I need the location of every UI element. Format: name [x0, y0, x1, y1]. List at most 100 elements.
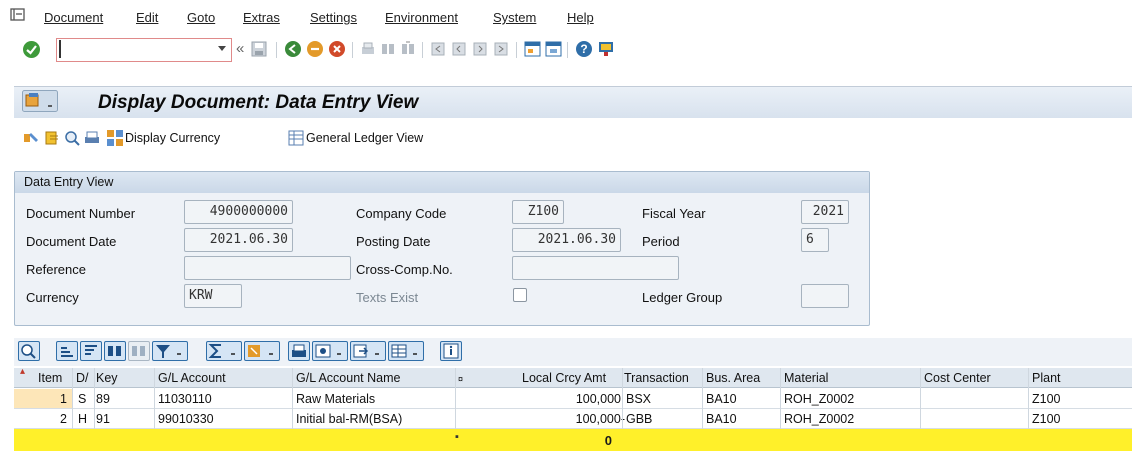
col-divider [1028, 368, 1029, 429]
display-currency-button[interactable]: Display Currency [125, 131, 220, 145]
save-icon[interactable] [251, 41, 267, 57]
grid-layout-button[interactable] [388, 341, 424, 361]
sum-icon [208, 344, 235, 358]
grid-export-button[interactable] [350, 341, 386, 361]
menu-edit[interactable]: Edit [136, 10, 158, 25]
col-header-bus-area[interactable]: Bus. Area [706, 371, 760, 385]
exit-icon[interactable] [306, 40, 324, 58]
grid-subtotal-button[interactable] [244, 341, 280, 361]
row-transaction: GBB [626, 412, 653, 426]
grid-views-button[interactable] [312, 341, 348, 361]
search-icon[interactable] [64, 130, 80, 146]
sap-menu-icon[interactable] [10, 8, 26, 22]
currency-field[interactable]: KRW [184, 284, 242, 308]
grid-details-button[interactable] [18, 341, 40, 361]
fiscal-year-field[interactable]: 2021 [801, 200, 849, 224]
row-item: 1 [60, 392, 67, 406]
print-icon[interactable] [360, 41, 376, 57]
print-preview-icon[interactable] [84, 130, 100, 146]
col-header-gl-account[interactable]: G/L Account [158, 371, 226, 385]
nav-back-icon[interactable]: « [236, 40, 244, 57]
previous-page-icon[interactable] [451, 41, 467, 57]
col-header-material[interactable]: Material [784, 371, 828, 385]
info-icon [443, 343, 459, 359]
col-header-key[interactable]: Key [96, 371, 118, 385]
reference-field[interactable] [184, 256, 351, 280]
ledger-group-field[interactable] [801, 284, 849, 308]
col-divider [702, 368, 703, 429]
document-number-field[interactable]: 4900000000 [184, 200, 293, 224]
col-header-plant[interactable]: Plant [1032, 371, 1061, 385]
general-ledger-view-button[interactable]: General Ledger View [306, 131, 423, 145]
grid-filter-button[interactable] [152, 341, 188, 361]
menu-settings[interactable]: Settings [310, 10, 357, 25]
row-gl-account[interactable]: 11030110 [158, 392, 212, 406]
group-title: Data Entry View [24, 175, 114, 189]
menu-document[interactable]: Document [44, 10, 103, 25]
display-currency-icon[interactable] [106, 129, 124, 147]
cross-comp-field[interactable] [512, 256, 679, 280]
col-divider [455, 368, 456, 429]
sort-indicator-icon: ▴ [20, 366, 26, 377]
menu-environment[interactable]: Environment [385, 10, 458, 25]
grid-info-button[interactable] [440, 341, 462, 361]
period-field[interactable]: 6 [801, 228, 829, 252]
enter-checkmark-icon[interactable] [22, 40, 41, 59]
row-local-amount: 100,000 [575, 392, 621, 406]
row-material: ROH_Z0002 [784, 392, 855, 406]
first-page-icon[interactable] [430, 41, 446, 57]
grid-find-button[interactable] [104, 341, 126, 361]
sort-descending-icon [85, 345, 97, 355]
col-divider [72, 368, 73, 429]
texts-exist-checkbox[interactable] [513, 288, 527, 302]
col-header-transaction[interactable]: Transaction [624, 371, 689, 385]
col-header-cost-center[interactable]: Cost Center [924, 371, 991, 385]
col-header-item[interactable]: Item [38, 371, 62, 385]
create-session-icon[interactable] [524, 41, 541, 57]
next-page-icon[interactable] [472, 41, 488, 57]
customize-layout-icon[interactable] [597, 40, 615, 58]
find-next-icon[interactable] [400, 41, 416, 57]
page-title: Display Document: Data Entry View [98, 92, 419, 113]
document-header-icon[interactable] [44, 130, 60, 146]
menu-help[interactable]: Help [567, 10, 594, 25]
general-ledger-view-icon[interactable] [288, 130, 304, 146]
find-icon[interactable] [380, 41, 396, 57]
grid-sort-asc-button[interactable] [56, 341, 78, 361]
grid-find-next-button[interactable] [128, 341, 150, 361]
total-marker: ▪ [455, 431, 459, 443]
col-header-sigma[interactable]: ¤ [458, 374, 463, 384]
row-gl-account[interactable]: 99010330 [158, 412, 214, 426]
shortcut-icon[interactable] [545, 41, 562, 57]
screen-menu-icon[interactable] [22, 90, 58, 112]
cancel-icon[interactable] [328, 40, 346, 58]
zoom-icon [21, 344, 36, 359]
company-code-field[interactable]: Z100 [512, 200, 564, 224]
row-plant: Z100 [1032, 392, 1061, 406]
views-icon [315, 344, 341, 358]
currency-label: Currency [26, 290, 79, 305]
row-transaction: BSX [626, 392, 652, 406]
menu-system[interactable]: System [493, 10, 536, 25]
back-icon[interactable] [284, 40, 302, 58]
command-field[interactable] [56, 38, 232, 62]
document-date-label: Document Date [26, 234, 117, 249]
posting-date-field[interactable]: 2021.06.30 [512, 228, 621, 252]
last-page-icon[interactable] [493, 41, 509, 57]
grid-sort-desc-button[interactable] [80, 341, 102, 361]
grid-print-button[interactable] [288, 341, 310, 361]
chevron-down-icon[interactable] [217, 45, 227, 53]
menu-goto[interactable]: Goto [187, 10, 215, 25]
reference-label: Reference [26, 262, 86, 277]
display-change-icon[interactable] [22, 130, 40, 146]
col-header-dc[interactable]: D/ [76, 371, 89, 385]
find-next-icon [132, 346, 145, 356]
grid-total-button[interactable] [206, 341, 242, 361]
col-header-local-amount[interactable]: Local Crcy Amt [522, 371, 606, 385]
menu-extras[interactable]: Extras [243, 10, 280, 25]
ledger-group-label: Ledger Group [642, 290, 723, 305]
col-divider [94, 368, 95, 429]
help-icon[interactable]: ? [575, 40, 593, 58]
document-date-field[interactable]: 2021.06.30 [184, 228, 293, 252]
col-header-gl-account-name[interactable]: G/L Account Name [296, 371, 400, 385]
